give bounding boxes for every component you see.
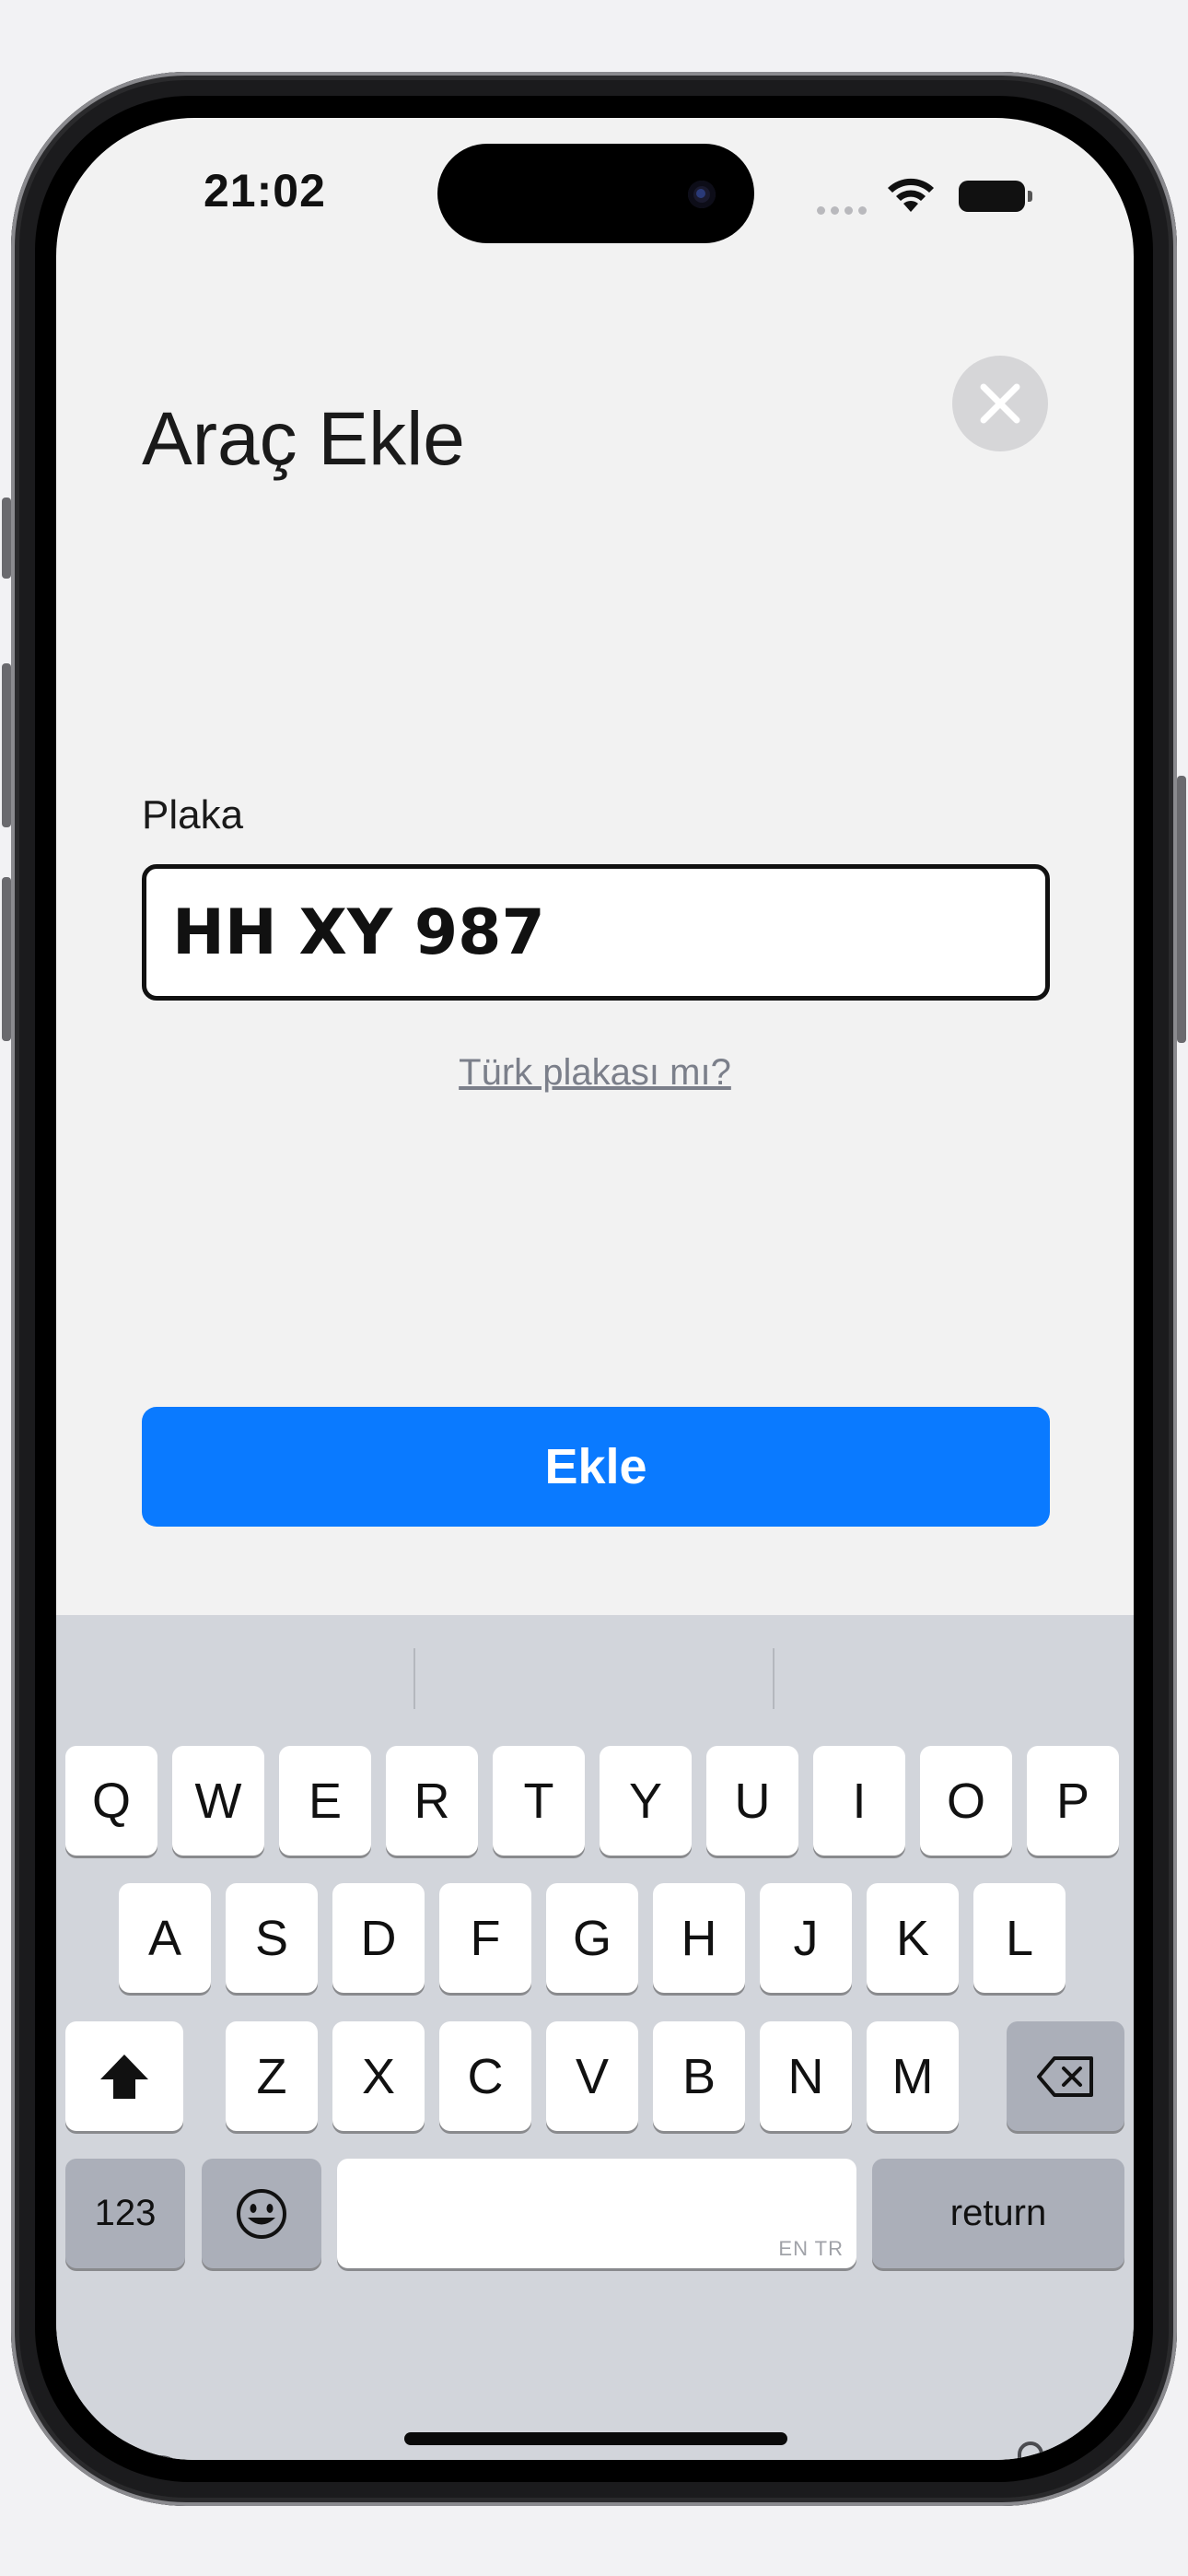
space-key[interactable]: EN TR bbox=[337, 2159, 856, 2268]
key-c[interactable]: C bbox=[439, 2021, 531, 2131]
globe-icon[interactable] bbox=[124, 2453, 194, 2460]
keyboard: Q W E R T Y U I O P A S D F G H J K L Z … bbox=[56, 1615, 1134, 2460]
emoji-key[interactable] bbox=[202, 2159, 321, 2268]
backspace-key[interactable] bbox=[1007, 2021, 1124, 2131]
key-k[interactable]: K bbox=[867, 1883, 959, 1993]
key-i[interactable]: I bbox=[813, 1746, 905, 1856]
key-j[interactable]: J bbox=[760, 1883, 852, 1993]
battery-icon bbox=[959, 181, 1032, 212]
key-x[interactable]: X bbox=[332, 2021, 425, 2131]
page-title: Araç Ekle bbox=[142, 397, 465, 481]
power-button bbox=[1177, 776, 1186, 1043]
shift-icon bbox=[100, 2054, 148, 2099]
key-m[interactable]: M bbox=[867, 2021, 959, 2131]
turkish-plate-link[interactable]: Türk plakası mı? bbox=[56, 1052, 1134, 1094]
status-time: 21:02 bbox=[204, 165, 326, 217]
key-r[interactable]: R bbox=[386, 1746, 478, 1856]
key-n[interactable]: N bbox=[760, 2021, 852, 2131]
close-icon bbox=[980, 383, 1020, 424]
home-indicator[interactable] bbox=[404, 2432, 787, 2445]
volume-down-button bbox=[2, 877, 11, 1041]
front-camera-icon bbox=[688, 181, 716, 208]
emoji-icon bbox=[237, 2188, 286, 2239]
wifi-icon bbox=[885, 175, 937, 218]
key-w[interactable]: W bbox=[172, 1746, 264, 1856]
key-e[interactable]: E bbox=[279, 1746, 371, 1856]
key-h[interactable]: H bbox=[653, 1883, 745, 1993]
key-o[interactable]: O bbox=[920, 1746, 1012, 1856]
plate-input-value: HH XY 987 bbox=[172, 896, 545, 969]
suggestion-divider bbox=[773, 1648, 775, 1709]
key-f[interactable]: F bbox=[439, 1883, 531, 1993]
app-stage: 21:02 Araç Ekle Plaka HH XY 987 Türk pla… bbox=[0, 0, 1188, 2576]
return-key[interactable]: return bbox=[872, 2159, 1124, 2268]
key-v[interactable]: V bbox=[546, 2021, 638, 2131]
microphone-icon[interactable] bbox=[1004, 2440, 1057, 2460]
suggestion-divider bbox=[413, 1648, 415, 1709]
backspace-icon bbox=[1037, 2055, 1093, 2097]
key-y[interactable]: Y bbox=[600, 1746, 692, 1856]
volume-up-button bbox=[2, 663, 11, 827]
shift-key[interactable] bbox=[65, 2021, 183, 2131]
space-key-language-hint: EN TR bbox=[778, 2237, 844, 2260]
key-d[interactable]: D bbox=[332, 1883, 425, 1993]
screen: 21:02 Araç Ekle Plaka HH XY 987 Türk pla… bbox=[56, 118, 1134, 2460]
dynamic-island bbox=[437, 144, 754, 243]
plate-label: Plaka bbox=[142, 792, 244, 837]
close-button[interactable] bbox=[952, 356, 1048, 451]
add-button-label: Ekle bbox=[544, 1439, 647, 1494]
key-a[interactable]: A bbox=[119, 1883, 211, 1993]
key-g[interactable]: G bbox=[546, 1883, 638, 1993]
key-q[interactable]: Q bbox=[65, 1746, 157, 1856]
numbers-key[interactable]: 123 bbox=[65, 2159, 185, 2268]
key-z[interactable]: Z bbox=[226, 2021, 318, 2131]
key-u[interactable]: U bbox=[706, 1746, 798, 1856]
add-button[interactable]: Ekle bbox=[142, 1407, 1050, 1527]
key-l[interactable]: L bbox=[973, 1883, 1066, 1993]
key-s[interactable]: S bbox=[226, 1883, 318, 1993]
cellular-signal-icon bbox=[817, 203, 872, 219]
key-b[interactable]: B bbox=[653, 2021, 745, 2131]
key-t[interactable]: T bbox=[493, 1746, 585, 1856]
key-p[interactable]: P bbox=[1027, 1746, 1119, 1856]
plate-input[interactable]: HH XY 987 bbox=[142, 864, 1050, 1001]
action-button bbox=[2, 498, 11, 579]
